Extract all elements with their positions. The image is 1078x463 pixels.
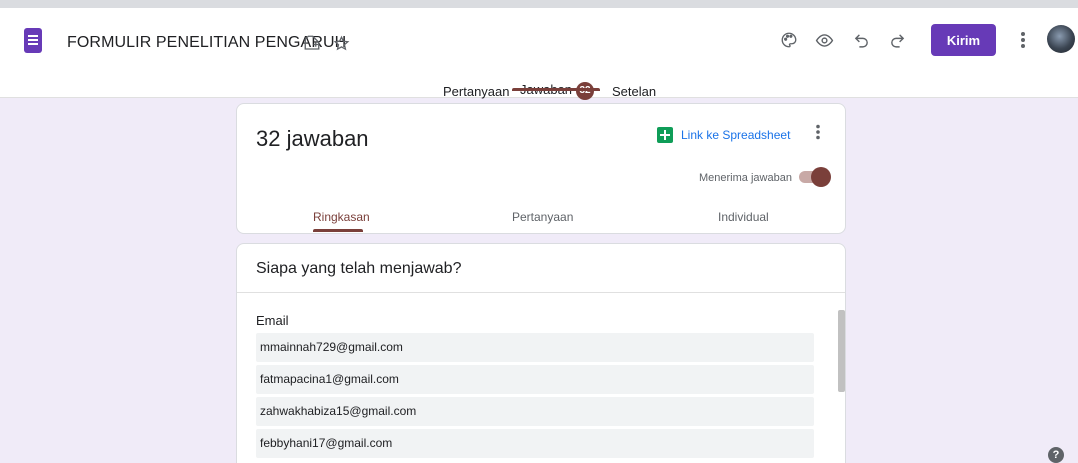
palette-icon[interactable]	[778, 29, 800, 51]
move-to-folder-icon[interactable]	[301, 32, 323, 54]
email-row: zahwakhabiza15@gmail.com	[256, 397, 814, 426]
star-icon[interactable]	[330, 32, 352, 54]
divider	[237, 292, 845, 293]
response-count: 32 jawaban	[256, 126, 369, 151]
email-row: mmainnah729@gmail.com	[256, 333, 814, 362]
accepting-toggle-thumb[interactable]	[811, 167, 831, 187]
active-tab-indicator	[512, 88, 600, 91]
undo-icon[interactable]	[850, 29, 872, 51]
subtab-summary[interactable]: Ringkasan	[313, 210, 370, 224]
email-row: fatmapacina1@gmail.com	[256, 365, 814, 394]
responses-summary-card: 32 jawaban Link ke Spreadsheet Menerima …	[236, 103, 846, 234]
form-tabs: Pertanyaan Jawaban32 Setelan	[0, 74, 1078, 100]
link-to-sheets[interactable]: Link ke Spreadsheet	[681, 128, 790, 142]
accepting-responses-label: Menerima jawaban	[699, 172, 792, 184]
preview-eye-icon[interactable]	[813, 29, 835, 51]
account-avatar[interactable]	[1047, 25, 1075, 53]
send-button[interactable]: Kirim	[931, 24, 996, 56]
responses-count-badge: 32	[576, 82, 595, 100]
email-list-scrollbar[interactable]	[838, 310, 845, 392]
email-column-label: Email	[256, 313, 289, 328]
more-vert-icon[interactable]	[1012, 29, 1034, 51]
browser-top-strip	[0, 0, 1078, 8]
subtab-questions[interactable]: Pertanyaan	[512, 210, 573, 224]
respondents-title: Siapa yang telah menjawab?	[256, 260, 462, 277]
help-icon[interactable]: ?	[1048, 447, 1064, 463]
redo-icon[interactable]	[886, 29, 908, 51]
forms-app-icon[interactable]	[24, 28, 42, 53]
sheets-icon[interactable]	[657, 127, 673, 143]
subtab-individual[interactable]: Individual	[718, 210, 769, 224]
form-header: FORMULIR PENELITIAN PENGARUH Kirim Perta…	[0, 8, 1078, 100]
email-row: febbyhani17@gmail.com	[256, 429, 814, 458]
responses-more-icon[interactable]	[815, 124, 821, 145]
active-subtab-indicator	[313, 229, 363, 232]
respondents-card: Siapa yang telah menjawab? Email mmainna…	[236, 243, 846, 463]
